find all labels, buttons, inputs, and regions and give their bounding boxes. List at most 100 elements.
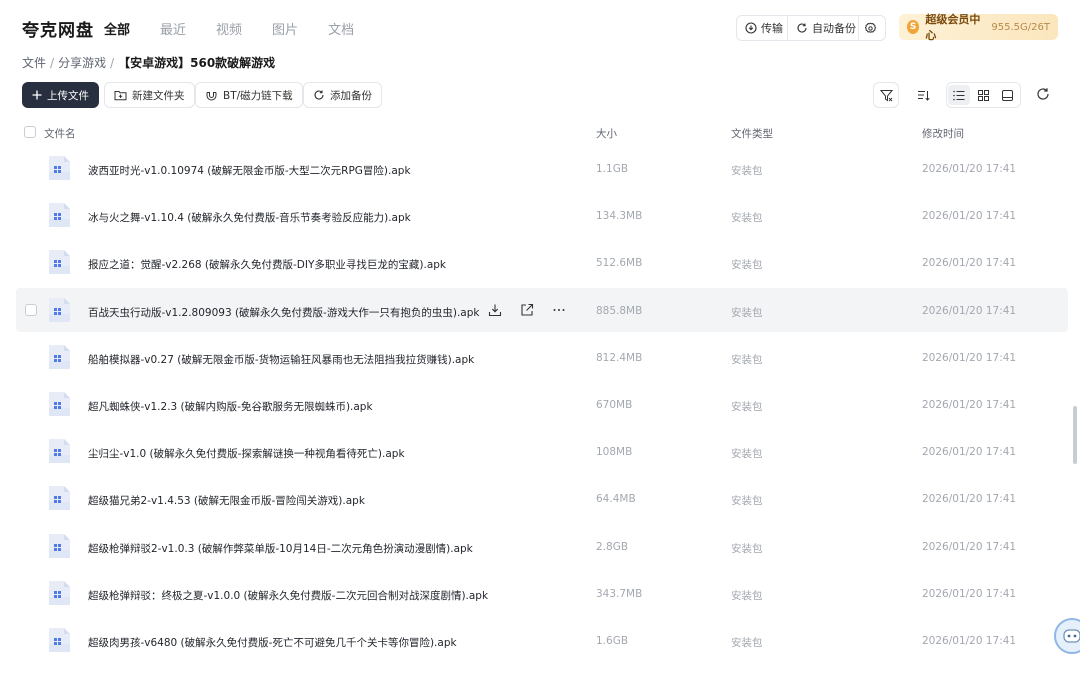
app-logo[interactable]: 夸克网盘 bbox=[22, 16, 94, 41]
nav-tab-image[interactable]: 图片 bbox=[272, 19, 298, 38]
bt-magnet-download-label: BT/磁力链下载 bbox=[223, 89, 293, 102]
file-name[interactable]: 报应之道：觉醒-v2.268 (破解永久免付费版-DIY多职业寻找巨龙的宝藏).… bbox=[88, 257, 446, 272]
main-nav: 全部 最近 视频 图片 文档 bbox=[104, 19, 384, 38]
settings-button[interactable] bbox=[858, 15, 886, 41]
file-size: 512.6MB bbox=[596, 257, 643, 270]
nav-tab-video[interactable]: 视频 bbox=[216, 19, 242, 38]
header-file-type[interactable]: 文件类型 bbox=[731, 126, 773, 141]
file-type: 安装包 bbox=[731, 589, 763, 602]
magnet-icon bbox=[206, 92, 217, 101]
file-type: 安装包 bbox=[731, 448, 763, 461]
apk-file-icon bbox=[44, 295, 74, 325]
more-options-icon[interactable] bbox=[550, 301, 568, 319]
transfer-label: 传输 bbox=[761, 22, 783, 35]
sort-icon bbox=[917, 90, 930, 101]
file-name[interactable]: 超级枪弹辩驳：终极之夏-v1.0.0 (破解永久免付费版-二次元回合制对战深度剧… bbox=[88, 588, 488, 603]
add-backup-button[interactable]: 添加备份 bbox=[303, 82, 382, 108]
file-type: 安装包 bbox=[731, 259, 763, 272]
vip-center-button[interactable]: S 超级会员中心 955.5G/26T bbox=[899, 13, 1058, 42]
refresh-button[interactable] bbox=[1036, 86, 1050, 105]
filter-button[interactable] bbox=[873, 82, 899, 108]
select-all-checkbox[interactable] bbox=[24, 126, 36, 138]
apk-file-icon bbox=[44, 436, 74, 466]
apk-file-icon bbox=[44, 342, 74, 372]
storage-usage: 955.5G/26T bbox=[991, 21, 1050, 33]
file-name[interactable]: 超级肉男孩-v6480 (破解永久免付费版-死亡不可避免几千个关卡等你冒险).a… bbox=[88, 635, 457, 650]
file-name[interactable]: 百战天虫行动版-v1.2.809093 (破解永久免付费版-游戏大作一只有抱负的… bbox=[88, 305, 479, 320]
modified-time: 2026/01/20 17:41 bbox=[922, 257, 1017, 270]
header-modified-time[interactable]: 修改时间 bbox=[922, 126, 964, 141]
nav-tab-document[interactable]: 文档 bbox=[328, 19, 354, 38]
apk-file-icon bbox=[44, 578, 74, 608]
file-name[interactable]: 船舶模拟器-v0.27 (破解无限金币版-货物运输狂风暴雨也无法阻挡我拉货赚钱)… bbox=[88, 352, 474, 367]
breadcrumb-separator: / bbox=[110, 55, 115, 70]
row-checkbox[interactable] bbox=[25, 303, 37, 316]
file-row[interactable]: 冰与火之舞-v1.10.4 (破解永久免付费版-音乐节奏考验反应能力).apk 1… bbox=[16, 193, 1068, 237]
backup-sync-icon bbox=[314, 90, 324, 100]
download-icon[interactable] bbox=[486, 301, 504, 319]
modified-time: 2026/01/20 17:41 bbox=[922, 210, 1017, 223]
vip-center-label: 超级会员中心 bbox=[925, 13, 981, 42]
apk-file-icon bbox=[44, 153, 74, 183]
auto-backup-label: 自动备份 bbox=[812, 22, 856, 35]
file-type: 安装包 bbox=[731, 306, 763, 319]
file-row[interactable]: 尘归尘-v1.0 (破解永久免付费版-探索解谜换一种视角看待死亡).apk 108… bbox=[16, 429, 1068, 473]
file-row[interactable]: 超级枪弹辩驳2-v1.0.3 (破解作弊菜单版-10月14日-二次元角色扮演动漫… bbox=[16, 524, 1068, 568]
apk-file-icon bbox=[44, 389, 74, 419]
header-size[interactable]: 大小 bbox=[596, 126, 617, 141]
auto-backup-button[interactable]: 自动备份 bbox=[787, 15, 864, 41]
vertical-scrollbar[interactable] bbox=[1073, 406, 1077, 464]
bt-magnet-download-button[interactable]: BT/磁力链下载 bbox=[195, 82, 303, 108]
sort-button[interactable] bbox=[910, 82, 936, 108]
top-header: 夸克网盘 全部 最近 视频 图片 文档 传输 自动备份 S 超级会员中心 955… bbox=[0, 0, 1080, 56]
file-name[interactable]: 波西亚时光-v1.0.10974 (破解无限金币版-大型二次元RPG冒险).ap… bbox=[88, 163, 411, 178]
plus-icon bbox=[32, 90, 42, 100]
file-size: 1.6GB bbox=[596, 635, 629, 647]
file-size: 885.8MB bbox=[596, 304, 643, 317]
breadcrumb-item-files[interactable]: 文件 bbox=[22, 54, 46, 71]
file-row[interactable]: 超级枪弹辩驳：终极之夏-v1.0.0 (破解永久免付费版-二次元回合制对战深度剧… bbox=[16, 571, 1068, 615]
preview-view-icon[interactable] bbox=[997, 85, 1019, 105]
breadcrumb: 文件 / 分享游戏 / 【安卓游戏】560款破解游戏 bbox=[22, 54, 275, 71]
file-row[interactable]: 超级肉男孩-v6480 (破解永久免付费版-死亡不可避免几千个关卡等你冒险).a… bbox=[16, 618, 1068, 662]
file-name[interactable]: 超级枪弹辩驳2-v1.0.3 (破解作弊菜单版-10月14日-二次元角色扮演动漫… bbox=[88, 541, 473, 556]
refresh-icon bbox=[1037, 88, 1049, 100]
sync-icon bbox=[797, 23, 807, 33]
new-folder-button[interactable]: 新建文件夹 bbox=[104, 82, 195, 108]
nav-tab-recent[interactable]: 最近 bbox=[160, 19, 186, 38]
transfer-icon bbox=[745, 22, 757, 34]
file-type: 安装包 bbox=[731, 165, 763, 177]
file-row[interactable]: 波西亚时光-v1.0.10974 (破解无限金币版-大型二次元RPG冒险).ap… bbox=[16, 146, 1068, 190]
file-row[interactable]: 超级猫兄弟2-v1.4.53 (破解无限金币版-冒险闯关游戏).apk 64.4M… bbox=[16, 476, 1068, 520]
file-type: 安装包 bbox=[731, 637, 763, 649]
grid-view-icon[interactable] bbox=[972, 85, 994, 105]
upload-button[interactable]: 上传文件 bbox=[22, 82, 99, 108]
header-file-name[interactable]: 文件名 bbox=[44, 126, 76, 141]
transfer-button[interactable]: 传输 bbox=[736, 15, 791, 41]
file-type: 安装包 bbox=[731, 212, 763, 225]
file-size: 343.7MB bbox=[596, 587, 643, 600]
add-backup-label: 添加备份 bbox=[330, 89, 372, 102]
file-row[interactable]: 船舶模拟器-v0.27 (破解无限金币版-货物运输狂风暴雨也无法阻挡我拉货赚钱)… bbox=[16, 335, 1068, 379]
file-row[interactable]: 百战天虫行动版-v1.2.809093 (破解永久免付费版-游戏大作一只有抱负的… bbox=[16, 287, 1068, 332]
filter-icon bbox=[879, 89, 893, 101]
modified-time: 2026/01/20 17:41 bbox=[922, 635, 1017, 647]
share-icon[interactable] bbox=[518, 301, 536, 319]
nav-tab-all[interactable]: 全部 bbox=[104, 19, 130, 38]
file-row[interactable]: 报应之道：觉醒-v2.268 (破解永久免付费版-DIY多职业寻找巨龙的宝藏).… bbox=[16, 240, 1068, 284]
file-name[interactable]: 冰与火之舞-v1.10.4 (破解永久免付费版-音乐节奏考验反应能力).apk bbox=[88, 210, 411, 225]
new-folder-label: 新建文件夹 bbox=[132, 89, 185, 102]
file-size: 1.1GB bbox=[596, 163, 629, 175]
file-size: 812.4MB bbox=[596, 351, 643, 364]
file-type: 安装包 bbox=[731, 401, 763, 413]
list-view-icon[interactable] bbox=[948, 85, 971, 105]
file-name[interactable]: 尘归尘-v1.0 (破解永久免付费版-探索解谜换一种视角看待死亡).apk bbox=[88, 446, 405, 461]
breadcrumb-item-share-games[interactable]: 分享游戏 bbox=[58, 54, 106, 71]
vip-coin-icon: S bbox=[907, 20, 920, 34]
file-name[interactable]: 超级猫兄弟2-v1.4.53 (破解无限金币版-冒险闯关游戏).apk bbox=[88, 493, 365, 508]
modified-time: 2026/01/20 17:41 bbox=[922, 446, 1017, 459]
file-row[interactable]: 超凡蜘蛛侠-v1.2.3 (破解内购版-免谷歌服务无限蜘蛛币).apk 670MB… bbox=[16, 382, 1068, 426]
file-size: 2.8GB bbox=[596, 540, 629, 553]
file-name[interactable]: 超凡蜘蛛侠-v1.2.3 (破解内购版-免谷歌服务无限蜘蛛币).apk bbox=[88, 399, 373, 414]
modified-time: 2026/01/20 17:41 bbox=[922, 163, 1017, 175]
